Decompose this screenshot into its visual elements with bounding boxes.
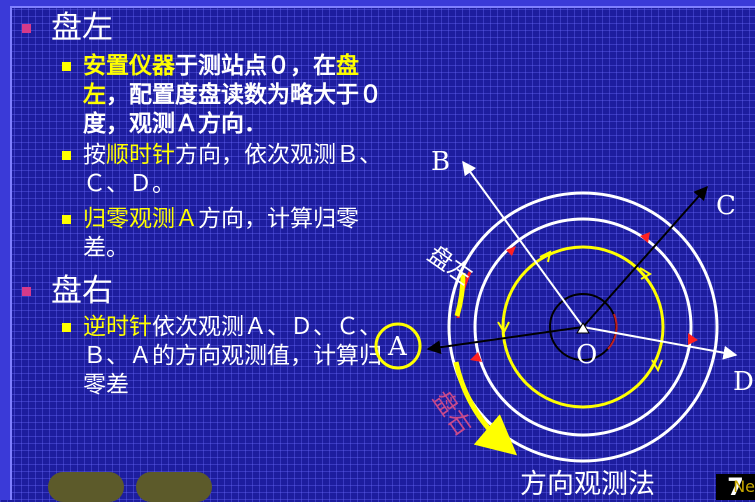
page-number: Ne 7 bbox=[716, 474, 755, 500]
label-a: A bbox=[387, 332, 408, 362]
red-arrow-icon bbox=[688, 333, 698, 345]
next-ghost-text: Ne bbox=[733, 477, 755, 496]
direction-observation-diagram: A B C D O 盘左 盘右 bbox=[374, 147, 754, 463]
label-b: B bbox=[431, 147, 450, 177]
label-d: D bbox=[733, 367, 754, 397]
label-o: O bbox=[576, 340, 597, 370]
prev-slide-button[interactable] bbox=[48, 472, 124, 502]
diagram-caption: 方向观测法 bbox=[520, 469, 655, 500]
pan-you-arc-label: 盘右 bbox=[427, 385, 477, 440]
ray-b bbox=[462, 160, 584, 328]
pan-zuo-arc-label: 盘左 bbox=[423, 240, 478, 290]
label-c: C bbox=[716, 191, 736, 221]
next-slide-button[interactable] bbox=[136, 472, 212, 502]
